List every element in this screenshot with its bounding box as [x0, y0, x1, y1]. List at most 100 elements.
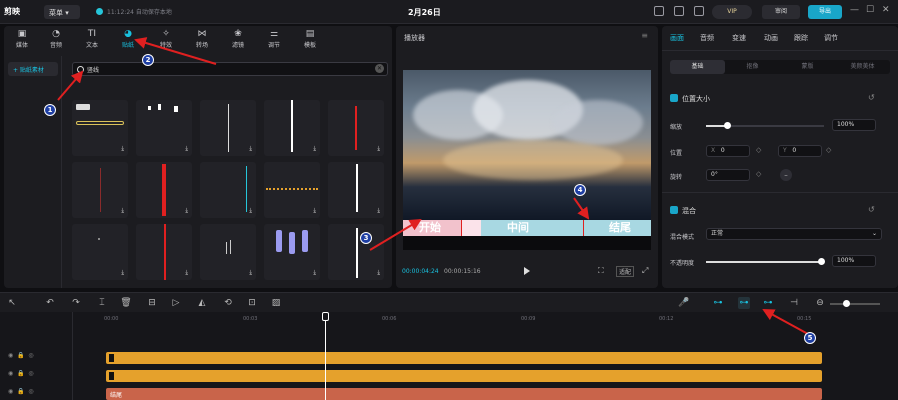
tab-speed[interactable]: 变速	[732, 33, 746, 43]
export-button[interactable]: 导出	[808, 5, 842, 19]
download-icon[interactable]: ⤓	[185, 145, 188, 153]
split-icon[interactable]: ⌶	[96, 297, 108, 309]
position-size-checkbox[interactable]	[670, 94, 678, 102]
download-icon[interactable]: ⤓	[185, 207, 188, 215]
download-icon[interactable]: ⤓	[377, 145, 380, 153]
download-icon[interactable]: ⤓	[313, 145, 316, 153]
sticker-tile[interactable]: ⤓	[328, 100, 384, 156]
zoom-slider-knob[interactable]	[843, 300, 850, 307]
tab-transition[interactable]: ⋈ 转场	[184, 26, 220, 50]
sticker-tile[interactable]: ⤓	[72, 162, 128, 218]
tab-adjust[interactable]: ⚌ 调节	[256, 26, 292, 50]
download-icon[interactable]: ⤓	[121, 145, 124, 153]
sticker-tile[interactable]: ⤓	[264, 100, 320, 156]
microphone-icon[interactable]: 🎤	[678, 297, 690, 309]
sticker-tile[interactable]: ⤓	[264, 224, 320, 280]
play-area-icon[interactable]: ▷	[170, 297, 182, 309]
text-clip[interactable]: 结尾	[106, 388, 822, 400]
visibility-icon[interactable]: ◎	[28, 370, 33, 377]
download-icon[interactable]: ⤓	[121, 269, 124, 277]
scale-slider-knob[interactable]	[724, 122, 731, 129]
eye-icon[interactable]: ◉	[8, 370, 13, 377]
zoom-out-icon[interactable]: ⊖	[814, 297, 826, 309]
stepper-icon[interactable]: ◇	[756, 170, 761, 178]
subtab-mask[interactable]: 蒙版	[780, 60, 835, 74]
reset-icon[interactable]: ↺	[868, 93, 875, 102]
image-icon[interactable]: ▨	[270, 297, 282, 309]
tab-media[interactable]: ▣ 媒体	[4, 26, 40, 50]
sticker-tile[interactable]: ⤓	[72, 224, 128, 280]
tab-adjust-props[interactable]: 调节	[824, 33, 838, 43]
visibility-icon[interactable]: ◎	[28, 352, 33, 359]
eye-icon[interactable]: ◉	[8, 352, 13, 359]
video-preview[interactable]: 开始 中间 结尾	[403, 70, 651, 250]
sticker-material-category[interactable]: + 贴纸素材	[8, 62, 58, 76]
delete-icon[interactable]: 🗑	[120, 297, 132, 309]
select-cursor-icon[interactable]: ↖	[6, 297, 18, 309]
tab-picture[interactable]: 画面	[670, 33, 684, 43]
lock-icon[interactable]: 🔒	[17, 388, 24, 395]
clear-search-icon[interactable]: ✕	[375, 64, 384, 73]
blend-checkbox[interactable]	[670, 206, 678, 214]
zoom-slider[interactable]	[830, 303, 880, 305]
download-icon[interactable]: ⤓	[313, 269, 316, 277]
tab-text[interactable]: TI 文本	[74, 26, 110, 50]
review-button[interactable]: 审阅	[762, 5, 800, 19]
tab-animation[interactable]: 动画	[764, 33, 778, 43]
settings-icon[interactable]	[694, 6, 704, 16]
rotate-dial-icon[interactable]: –	[780, 169, 792, 181]
rotate-field[interactable]: 0°	[706, 169, 750, 181]
sticker-tile[interactable]: ⤓	[200, 162, 256, 218]
download-icon[interactable]: ⤓	[313, 207, 316, 215]
link-main-track-icon[interactable]: ⊶	[712, 297, 724, 309]
sticker-clip[interactable]	[106, 352, 822, 364]
maximize-icon[interactable]: ☐	[866, 5, 874, 15]
play-icon[interactable]	[524, 267, 530, 275]
visibility-icon[interactable]: ◎	[28, 388, 33, 395]
tab-filter[interactable]: ❀ 滤镜	[220, 26, 256, 50]
expand-icon[interactable]: ⤢	[642, 266, 648, 276]
minimize-icon[interactable]: —	[850, 5, 859, 15]
sticker-tile[interactable]: ⤓	[136, 100, 192, 156]
undo-icon[interactable]: ↶	[44, 297, 56, 309]
reset-icon[interactable]: ↺	[868, 205, 875, 214]
menu-button[interactable]: 菜单 ▾	[44, 5, 80, 19]
fullscreen-crop-icon[interactable]: ⛶	[598, 266, 604, 276]
download-icon[interactable]: ⤓	[185, 269, 188, 277]
crop-icon[interactable]: ⊡	[246, 297, 258, 309]
stepper-icon[interactable]: ◇	[756, 146, 761, 154]
sticker-tile[interactable]: ⤓	[200, 224, 256, 280]
rotate-icon[interactable]: ⟲	[222, 297, 234, 309]
player-menu-icon[interactable]: ≡	[641, 31, 648, 40]
sticker-clip[interactable]	[106, 370, 822, 382]
download-icon[interactable]: ⤓	[377, 269, 380, 277]
download-icon[interactable]: ⤓	[249, 207, 252, 215]
lock-icon[interactable]: 🔒	[17, 370, 24, 377]
sticker-tile[interactable]: ⤓	[264, 162, 320, 218]
scale-value-field[interactable]: 100%	[832, 119, 876, 131]
subtab-keying[interactable]: 抠像	[725, 60, 780, 74]
tab-audio-props[interactable]: 音频	[700, 33, 714, 43]
freeze-icon[interactable]: ⊟	[146, 297, 158, 309]
tab-sticker[interactable]: ◕ 贴纸	[110, 26, 146, 50]
timeline[interactable]: 00:00 00:03 00:06 00:09 00:12 00:15 ◉ 🔒 …	[0, 312, 898, 400]
position-y-field[interactable]: Y 0	[778, 145, 822, 157]
close-icon[interactable]: ✕	[882, 5, 890, 15]
sticker-tile[interactable]: ⤓	[200, 100, 256, 156]
auto-snap-icon[interactable]: ⊶	[738, 297, 750, 309]
redo-icon[interactable]: ↷	[70, 297, 82, 309]
sticker-tile[interactable]: ⤓	[328, 224, 384, 280]
sticker-tile[interactable]: ⤓	[136, 224, 192, 280]
ratio-button[interactable]: 适配	[616, 266, 635, 277]
download-icon[interactable]: ⤓	[249, 145, 252, 153]
playhead-handle[interactable]	[322, 312, 329, 321]
download-icon[interactable]: ⤓	[377, 207, 380, 215]
tab-audio[interactable]: ◔ 音频	[38, 26, 74, 50]
subtab-basic[interactable]: 基础	[670, 60, 725, 74]
opacity-slider-knob[interactable]	[818, 258, 825, 265]
blend-mode-select[interactable]: 正常 ⌄	[706, 228, 882, 240]
playhead[interactable]	[325, 312, 326, 400]
download-icon[interactable]: ⤓	[249, 269, 252, 277]
keyboard-icon[interactable]	[674, 6, 684, 16]
tab-tracking[interactable]: 跟踪	[794, 33, 808, 43]
